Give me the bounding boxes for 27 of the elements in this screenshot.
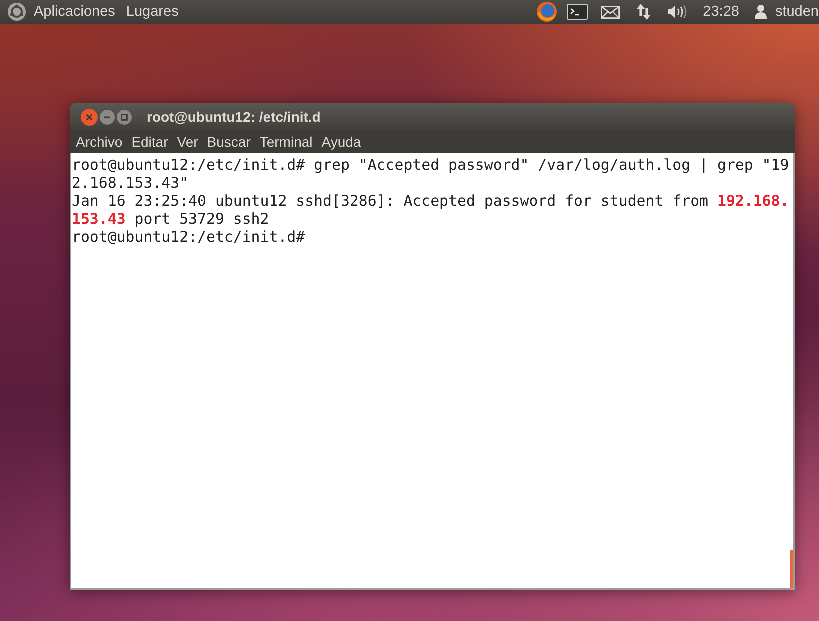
clock-text[interactable]: 23:28 bbox=[703, 4, 740, 20]
terminal-line: 2.168.153.43" bbox=[72, 174, 189, 192]
globe-icon[interactable] bbox=[537, 2, 558, 22]
terminal-line: root@ubuntu12:/etc/init.d# bbox=[72, 228, 306, 246]
terminal-line: Jan 16 23:25:40 ubuntu12 sshd[3286]: Accepted password for student from 192.168. bbox=[72, 192, 790, 210]
close-icon[interactable] bbox=[81, 108, 98, 126]
terminal-area[interactable] bbox=[70, 153, 795, 590]
menu-item[interactable]: Terminal bbox=[260, 134, 313, 150]
terminal-line: root@ubuntu12:/etc/init.d# grep "Accepted password" /var/log/auth.log | grep "19 bbox=[72, 156, 790, 174]
terminal-line: 153.43 port 53729 ssh2 bbox=[72, 210, 270, 228]
logo-icon[interactable] bbox=[8, 3, 26, 21]
window-title: root@ubuntu12: /etc/init.d bbox=[147, 109, 321, 125]
speaker-icon[interactable] bbox=[668, 5, 688, 19]
menu-item[interactable]: Archivo bbox=[76, 134, 123, 150]
user-name[interactable]: studen bbox=[775, 4, 819, 20]
person-icon[interactable] bbox=[755, 5, 768, 19]
menu-item[interactable]: Ver bbox=[177, 134, 198, 150]
maximize-icon[interactable] bbox=[117, 110, 132, 124]
panel-menu[interactable]: Aplicaciones bbox=[34, 4, 116, 20]
up-down-arrows-icon[interactable] bbox=[637, 4, 652, 20]
menu-item[interactable]: Editar bbox=[132, 134, 168, 150]
envelope-icon[interactable] bbox=[601, 6, 620, 18]
terminal-icon[interactable] bbox=[567, 4, 588, 20]
panel-menu[interactable]: Lugares bbox=[126, 4, 179, 20]
menu-item[interactable]: Buscar bbox=[207, 134, 251, 150]
menu-item[interactable]: Ayuda bbox=[322, 134, 362, 150]
minimize-icon[interactable] bbox=[100, 110, 115, 124]
